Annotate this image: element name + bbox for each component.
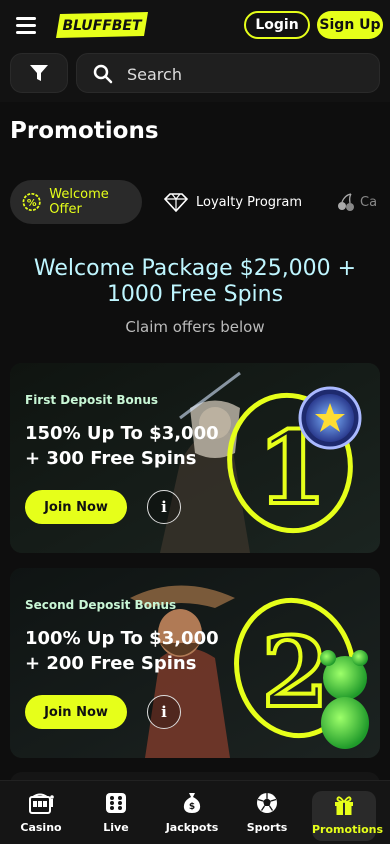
welcome-heading: Welcome Package $25,000 + 1000 Free Spin… bbox=[0, 256, 390, 308]
tab-welcome-offer[interactable]: % Welcome Offer bbox=[10, 180, 142, 224]
info-button[interactable]: i bbox=[147, 695, 181, 729]
tab-label: Loyalty Program bbox=[196, 194, 303, 210]
tab-label: Ca bbox=[360, 194, 378, 210]
dice-icon bbox=[106, 793, 126, 813]
nav-casino[interactable]: Casino bbox=[11, 791, 71, 834]
promo-headline-line1: 100% Up To $3,000 bbox=[25, 628, 219, 649]
info-button[interactable]: i bbox=[147, 490, 181, 524]
signup-button[interactable]: Sign Up bbox=[317, 11, 383, 39]
promo-number-2: 2 bbox=[262, 616, 329, 729]
nav-label: Live bbox=[103, 821, 129, 834]
nav-label: Sports bbox=[246, 821, 288, 834]
promo-headline: 150% Up To $3,000 + 300 Free Spins bbox=[25, 421, 219, 471]
svg-text:$: $ bbox=[189, 802, 195, 812]
login-button[interactable]: Login bbox=[244, 11, 310, 39]
nav-live[interactable]: Live bbox=[86, 791, 146, 834]
filter-icon bbox=[30, 65, 48, 81]
gift-icon bbox=[335, 796, 353, 815]
bottom-nav: Casino Live $ Jackpots Sports Promotions bbox=[0, 780, 390, 844]
diamond-icon bbox=[164, 193, 188, 212]
promo-headline-line2: + 200 Free Spins bbox=[25, 653, 197, 674]
tab-loyalty-program[interactable]: Loyalty Program bbox=[162, 180, 302, 224]
welcome-heading-line1: Welcome Package $25,000 + bbox=[33, 256, 357, 281]
search-row: Search bbox=[0, 50, 390, 102]
search-placeholder: Search bbox=[127, 65, 182, 84]
promo-headline-line2: + 300 Free Spins bbox=[25, 448, 197, 469]
svg-text:BLUFFBET: BLUFFBET bbox=[62, 18, 143, 34]
nav-label: Promotions bbox=[312, 823, 384, 836]
page-title: Promotions bbox=[10, 118, 159, 144]
promo-card-second-deposit[interactable]: 2 Second Deposit Bonus 100% Up To $3,000… bbox=[10, 568, 380, 758]
top-bar: BLUFFBET Login Sign Up bbox=[0, 0, 390, 50]
money-bag-icon: $ bbox=[183, 793, 201, 813]
menu-icon[interactable] bbox=[16, 17, 36, 34]
soccer-ball-icon bbox=[257, 793, 277, 813]
cherries-icon bbox=[338, 193, 354, 211]
nav-label: Jackpots bbox=[165, 821, 219, 834]
nav-promotions[interactable]: Promotions bbox=[312, 791, 383, 841]
join-now-button[interactable]: Join Now bbox=[25, 695, 127, 729]
tab-label: Welcome Offer bbox=[49, 187, 109, 217]
nav-jackpots[interactable]: $ Jackpots bbox=[162, 791, 222, 834]
percent-badge-icon: % bbox=[22, 192, 41, 212]
promo-headline-line1: 150% Up To $3,000 bbox=[25, 423, 219, 444]
welcome-heading-line2: 1000 Free Spins bbox=[106, 282, 284, 307]
promo-label: Second Deposit Bonus bbox=[25, 598, 177, 612]
tab-casino[interactable]: Ca bbox=[334, 180, 377, 224]
nav-label: Casino bbox=[20, 821, 62, 834]
nav-sports[interactable]: Sports bbox=[237, 791, 297, 834]
welcome-subheading: Claim offers below bbox=[125, 318, 265, 336]
bluffbet-logo[interactable]: BLUFFBET bbox=[56, 12, 148, 38]
promo-headline: 100% Up To $3,000 + 200 Free Spins bbox=[25, 626, 219, 676]
search-icon bbox=[93, 64, 113, 84]
promo-label: First Deposit Bonus bbox=[25, 393, 159, 407]
promo-tabs: % Welcome Offer Loyalty Program Ca bbox=[0, 180, 390, 226]
search-input[interactable]: Search bbox=[76, 53, 380, 93]
svg-text:%: % bbox=[27, 198, 37, 209]
slot-machine-icon bbox=[29, 793, 54, 814]
filter-button[interactable] bbox=[10, 53, 68, 93]
promo-card-first-deposit[interactable]: 1 First Deposit Bonus 150% Up To $3,000 … bbox=[10, 363, 380, 553]
join-now-button[interactable]: Join Now bbox=[25, 490, 127, 524]
